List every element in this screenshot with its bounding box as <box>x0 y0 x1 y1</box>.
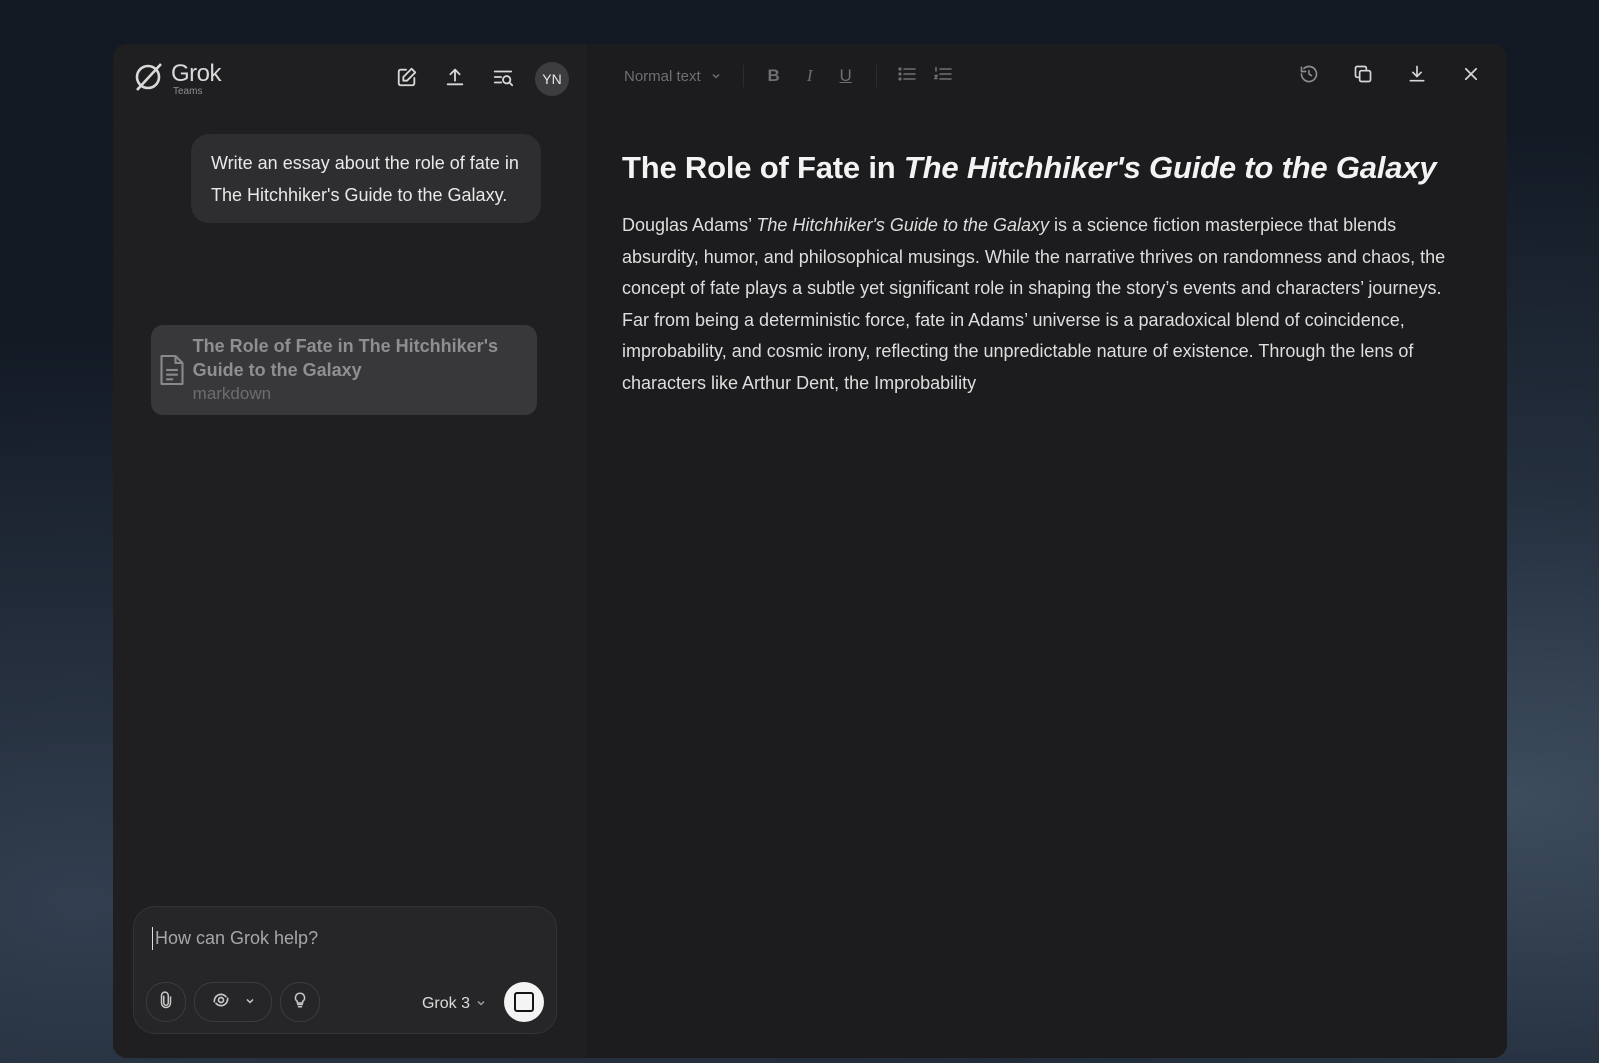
brand-subtitle: Teams <box>173 85 203 97</box>
artifact-card[interactable]: The Role of Fate in The Hitchhiker's Gui… <box>151 325 537 415</box>
model-label: Grok 3 <box>421 995 470 1012</box>
paperclip-icon <box>157 990 175 1014</box>
upload-icon <box>444 66 466 93</box>
grok-window: Grok Teams YN Write an essay about the r… <box>113 44 1507 1058</box>
editor-panel: Normal text B I U The Role of Fate in Th… <box>588 44 1507 1058</box>
chevron-down-icon <box>711 68 721 85</box>
search-list-icon <box>492 66 514 93</box>
stop-button[interactable] <box>504 982 544 1022</box>
chevron-down-icon <box>245 993 255 1011</box>
italic-icon: I <box>806 66 813 85</box>
download-icon <box>1407 64 1427 89</box>
text-style-select[interactable]: Normal text <box>624 68 721 85</box>
stop-icon <box>514 992 534 1012</box>
chat-topbar: Grok Teams YN <box>113 44 587 114</box>
deepsearch-icon <box>211 990 231 1015</box>
bold-button[interactable]: B <box>756 66 792 86</box>
italic-button[interactable]: I <box>792 66 828 86</box>
user-avatar[interactable]: YN <box>535 62 569 96</box>
deepsearch-button[interactable] <box>194 982 272 1022</box>
edit-icon <box>396 66 418 93</box>
bullet-list-icon <box>898 66 916 86</box>
brand-logo[interactable]: Grok Teams <box>131 59 222 99</box>
share-button[interactable] <box>439 63 471 95</box>
document-paragraph: Douglas Adams’ The Hitchhiker's Guide to… <box>622 210 1472 400</box>
close-editor-button[interactable] <box>1455 60 1487 92</box>
title-text: The Role of Fate in <box>622 150 904 185</box>
grok-logo-icon <box>131 60 165 99</box>
think-button[interactable] <box>280 982 320 1022</box>
artifact-title: The Role of Fate in The Hitchhiker's Gui… <box>192 336 498 380</box>
text-style-label: Normal text <box>624 67 701 85</box>
numbered-list-button[interactable] <box>925 66 961 87</box>
prompt-input[interactable] <box>152 927 537 950</box>
user-message-bubble: Write an essay about the role of fate in… <box>191 134 541 223</box>
document-title: The Role of Fate in The Hitchhiker's Gui… <box>622 150 1472 186</box>
document-content[interactable]: The Role of Fate in The Hitchhiker's Gui… <box>622 150 1472 400</box>
body-text: is a science fiction masterpiece that bl… <box>622 215 1446 393</box>
document-icon <box>151 353 193 387</box>
bold-icon: B <box>767 66 780 85</box>
underline-icon: U <box>839 66 852 85</box>
new-chat-button[interactable] <box>391 63 423 95</box>
download-button[interactable] <box>1401 60 1433 92</box>
copy-icon <box>1353 64 1373 89</box>
composer: Grok 3 <box>133 906 557 1034</box>
copy-button[interactable] <box>1347 60 1379 92</box>
attach-button[interactable] <box>146 982 186 1022</box>
history-icon <box>1299 64 1319 89</box>
toolbar-divider <box>742 65 744 87</box>
search-chats-button[interactable] <box>487 63 519 95</box>
editor-toolbar: Normal text B I U <box>588 44 1507 108</box>
close-icon <box>1462 65 1480 88</box>
artifact-type: markdown <box>192 384 272 403</box>
model-selector[interactable]: Grok 3 <box>422 995 486 1013</box>
bullet-list-button[interactable] <box>889 66 925 87</box>
lightbulb-icon <box>291 991 309 1014</box>
underline-button[interactable]: U <box>828 66 864 86</box>
title-book-name: The Hitchhiker's Guide to the Galaxy <box>903 150 1437 185</box>
chat-panel: Grok Teams YN Write an essay about the r… <box>113 44 588 1058</box>
brand-name: Grok <box>171 59 222 87</box>
version-history-button[interactable] <box>1293 60 1325 92</box>
chevron-down-icon <box>476 995 486 1013</box>
body-book-name: The Hitchhiker's Guide to the Galaxy <box>756 215 1049 235</box>
numbered-list-icon <box>933 66 952 86</box>
body-intro: Douglas Adams’ <box>622 215 757 235</box>
toolbar-divider <box>875 65 877 87</box>
